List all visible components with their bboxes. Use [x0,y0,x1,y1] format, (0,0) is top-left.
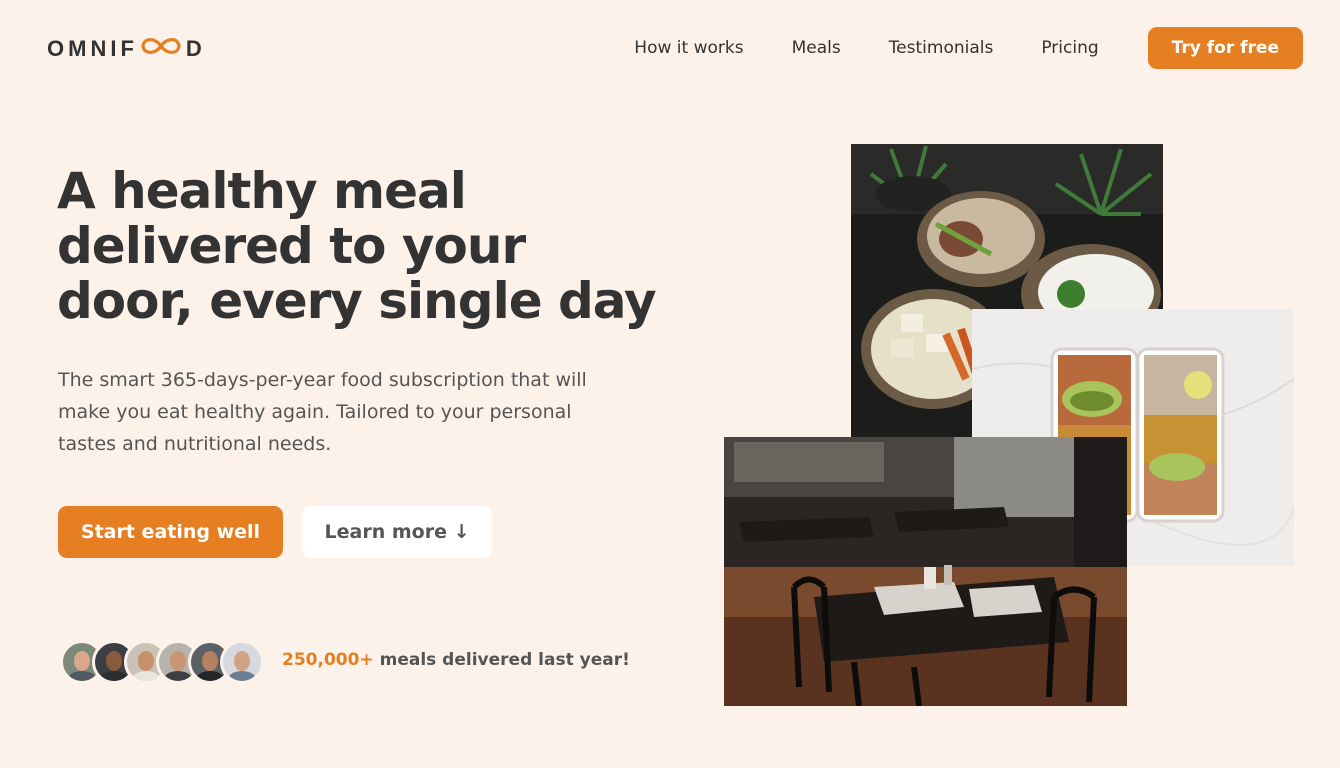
customer-avatars [60,640,264,684]
nav-meals[interactable]: Meals [792,38,841,58]
hero-title: A healthy meal delivered to your door, e… [57,162,657,330]
main-nav: How it works Meals Testimonials Pricing … [586,27,1303,69]
logo-text-right: D [185,36,206,61]
omnifood-logo[interactable]: OMNIF D [47,34,206,64]
start-eating-well-button[interactable]: Start eating well [58,506,283,558]
nav-pricing[interactable]: Pricing [1041,38,1098,58]
restaurant-image [724,437,1127,706]
nav-how-it-works[interactable]: How it works [634,38,743,58]
meals-delivered-text: 250,000+ meals delivered last year! [282,650,630,670]
learn-more-button[interactable]: Learn more ↓ [302,506,492,558]
hero-description: The smart 365-days-per-year food subscri… [58,369,587,455]
meals-delivered-label: meals delivered last year! [373,650,630,670]
infinity-logo-icon [138,34,184,64]
nav-testimonials[interactable]: Testimonials [889,38,994,58]
site-header: OMNIF D How it works Meals Testimonials … [0,0,1340,96]
logo-text-left: OMNIF [47,36,138,61]
meals-delivered-count: 250,000+ [282,650,374,670]
try-for-free-button[interactable]: Try for free [1147,27,1303,69]
customer-avatar [220,640,264,684]
